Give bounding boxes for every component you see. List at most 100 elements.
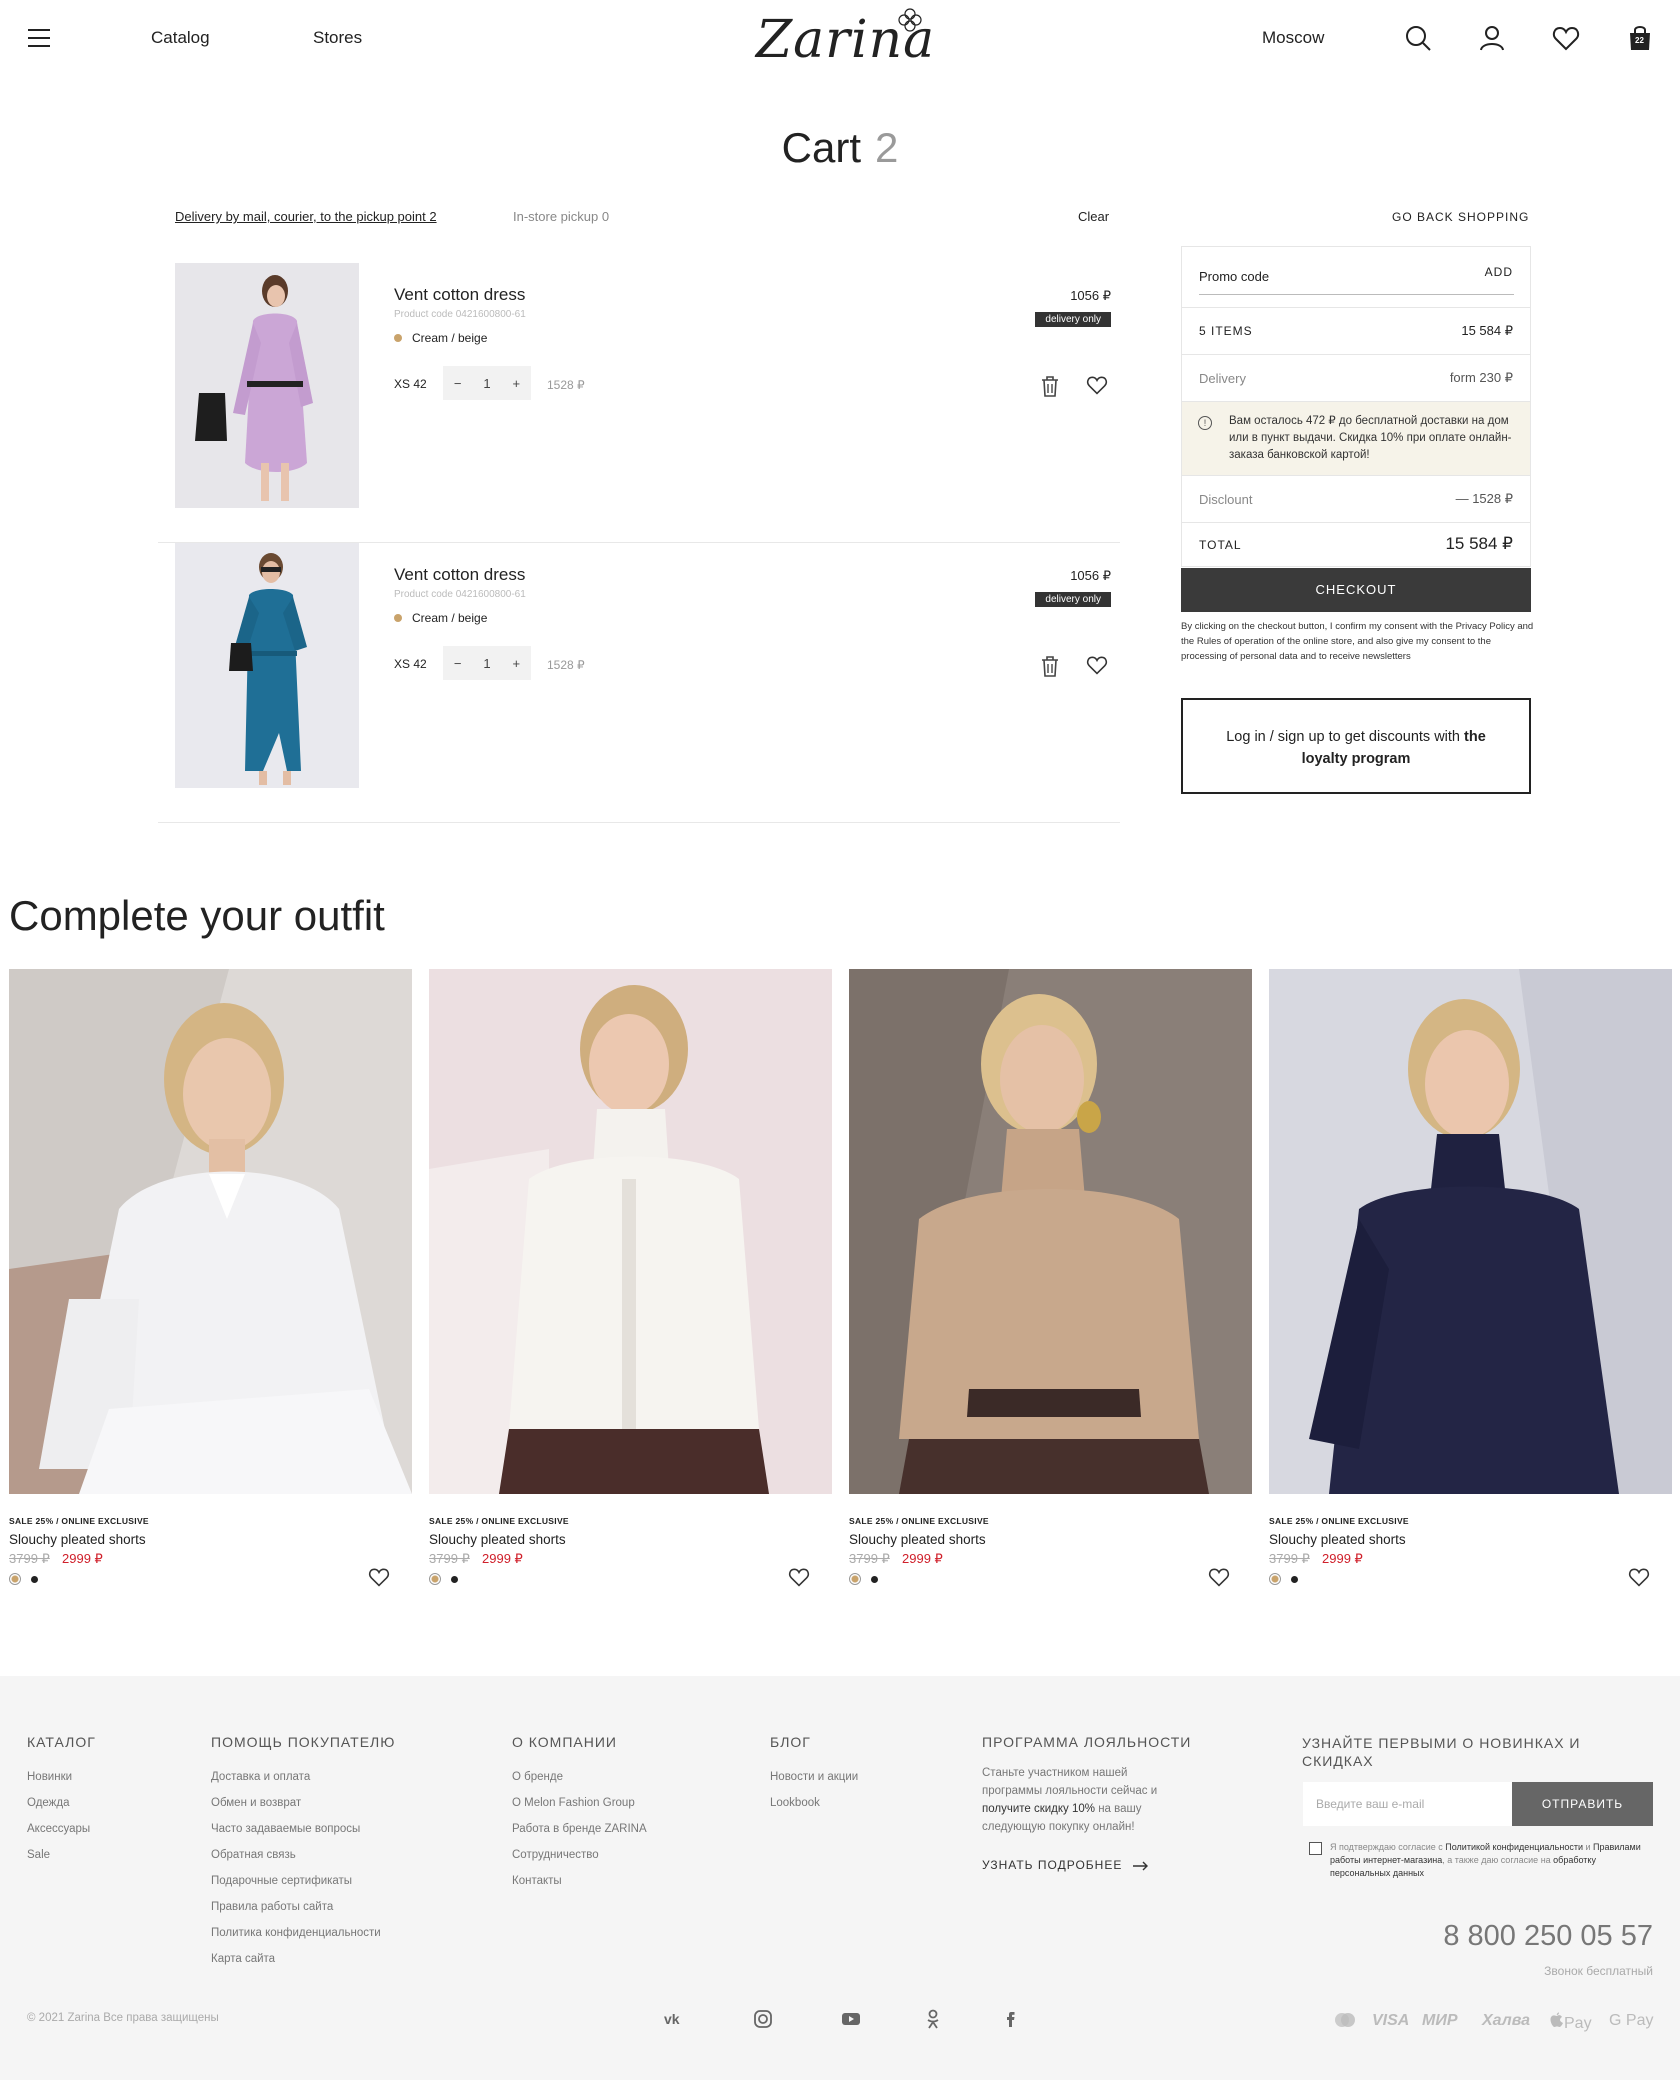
heart-icon[interactable] [368,1567,390,1587]
product-card: SALE 25% / ONLINE EXCLUSIVE Slouchy plea… [849,969,1252,1589]
old-price: 3799 ₽ [1269,1551,1310,1566]
user-icon[interactable] [1478,24,1506,52]
color-swatch-beige[interactable] [9,1573,21,1585]
apple-icon [1550,2012,1563,2027]
heart-icon[interactable] [1086,655,1108,675]
footer-link[interactable]: О Melon Fashion Group [512,1790,647,1816]
facebook-icon[interactable] [1000,2008,1022,2030]
footer-link[interactable]: Новости и акции [770,1764,858,1790]
tab-pickup[interactable]: In-store pickup 0 [513,209,609,224]
footer-link[interactable]: Обратная связь [211,1842,395,1868]
visa-logo: VISA [1372,2012,1410,2029]
privacy-policy-link[interactable]: Политикой конфиденциальности [1445,1842,1583,1852]
product-photo[interactable] [9,969,412,1494]
product-name[interactable]: Slouchy pleated shorts [1269,1532,1406,1547]
brand-logo[interactable]: Zarina [756,6,934,70]
quantity-value[interactable]: 1 [483,656,490,671]
footer-link[interactable]: Контакты [512,1868,647,1894]
checkout-button[interactable]: CHECKOUT [1181,568,1531,612]
product-photo[interactable] [429,969,832,1494]
promo-add-button[interactable]: ADD [1485,265,1513,279]
footer-heading: КАТАЛОГ [27,1734,96,1750]
product-photo[interactable] [175,543,359,788]
increase-button[interactable]: + [512,376,520,391]
heart-icon[interactable] [1208,1567,1230,1587]
heart-icon[interactable] [1628,1567,1650,1587]
trash-icon[interactable] [1040,655,1060,677]
loyalty-login-button[interactable]: Log in / sign up to get discounts with t… [1181,698,1531,794]
old-price: 3799 ₽ [849,1551,890,1566]
tab-delivery[interactable]: Delivery by mail, courier, to the pickup… [175,209,437,224]
color-swatch-black[interactable] [1291,1576,1298,1583]
footer-link[interactable]: Одежда [27,1790,96,1816]
product-name[interactable]: Slouchy pleated shorts [429,1532,566,1547]
item-name[interactable]: Vent cotton dress [394,285,525,305]
footer-link[interactable]: Аксессуары [27,1816,96,1842]
decrease-button[interactable]: − [454,376,462,391]
item-color-label: Cream / beige [412,331,488,345]
product-name[interactable]: Slouchy pleated shorts [849,1532,986,1547]
footer-link[interactable]: Политика конфиденциальности [211,1920,395,1946]
page-title-text: Cart [781,124,861,171]
nav-catalog[interactable]: Catalog [151,28,210,48]
consent-checkbox[interactable] [1309,1842,1322,1855]
subscribe-button[interactable]: ОТПРАВИТЬ [1512,1782,1653,1826]
footer-link[interactable]: Сотрудничество [512,1842,647,1868]
product-photo[interactable] [175,263,359,508]
heart-icon[interactable] [788,1567,810,1587]
color-swatch-black[interactable] [31,1576,38,1583]
instagram-icon[interactable] [752,2008,774,2030]
discount-row: Disclount — 1528 ₽ [1182,476,1530,523]
footer-link[interactable]: Доставка и оплата [211,1764,395,1790]
footer-link[interactable]: Работа в бренде ZARINA [512,1816,647,1842]
cart-button[interactable]: 22 [1627,24,1655,52]
item-size[interactable]: XS 42 [394,377,427,391]
color-swatch-beige[interactable] [1269,1573,1281,1585]
footer-link[interactable]: Новинки [27,1764,96,1790]
menu-icon[interactable] [28,29,50,47]
nav-stores[interactable]: Stores [313,28,362,48]
trash-icon[interactable] [1040,375,1060,397]
learn-more-label: УЗНАТЬ ПОДРОБНЕЕ [982,1858,1123,1872]
search-icon[interactable] [1404,24,1432,52]
color-swatch-beige[interactable] [429,1573,441,1585]
footer-link[interactable]: Lookbook [770,1790,858,1816]
vk-icon[interactable]: vk [664,2008,686,2030]
increase-button[interactable]: + [512,656,520,671]
decrease-button[interactable]: − [454,656,462,671]
footer-link[interactable]: Карта сайта [211,1946,395,1972]
google-pay-logo: G Pay [1609,2012,1654,2029]
footer-link[interactable]: Обмен и возврат [211,1790,395,1816]
footer-link[interactable]: О бренде [512,1764,647,1790]
youtube-icon[interactable] [840,2008,862,2030]
heart-icon[interactable] [1552,24,1580,52]
product-name[interactable]: Slouchy pleated shorts [9,1532,146,1547]
color-swatch-black[interactable] [871,1576,878,1583]
heart-icon[interactable] [1086,375,1108,395]
footer-link[interactable]: Sale [27,1842,96,1868]
product-photo[interactable] [1269,969,1672,1494]
item-name[interactable]: Vent cotton dress [394,565,525,585]
color-swatch-beige[interactable] [849,1573,861,1585]
items-value: 15 584 ₽ [1461,323,1513,338]
odnoklassniki-icon[interactable] [922,2008,944,2030]
item-size[interactable]: XS 42 [394,657,427,671]
item-subtotal: 1528 ₽ [547,658,585,672]
color-swatch-black[interactable] [451,1576,458,1583]
footer-link[interactable]: Подарочные сертификаты [211,1868,395,1894]
footer-link[interactable]: Правила работы сайта [211,1894,395,1920]
phone-number[interactable]: 8 800 250 05 57 [1443,1920,1653,1953]
clear-cart-button[interactable]: Clear [1078,209,1109,224]
learn-more-link[interactable]: УЗНАТЬ ПОДРОБНЕЕ [982,1858,1149,1872]
footer-link[interactable]: Часто задаваемые вопросы [211,1816,395,1842]
city-selector[interactable]: Moscow [1262,28,1324,48]
email-field[interactable] [1303,1782,1512,1826]
cart-items-count: 2 [875,124,899,171]
product-card: SALE 25% / ONLINE EXCLUSIVE Slouchy plea… [9,969,412,1589]
promo-code-input[interactable] [1199,259,1514,295]
mir-logo: МИР [1422,2012,1458,2029]
loyalty-text: Log in / sign up to get discounts with [1226,729,1465,745]
go-back-shopping-link[interactable]: GO BACK SHOPPING [1392,210,1529,224]
quantity-value[interactable]: 1 [483,376,490,391]
product-photo[interactable] [849,969,1252,1494]
